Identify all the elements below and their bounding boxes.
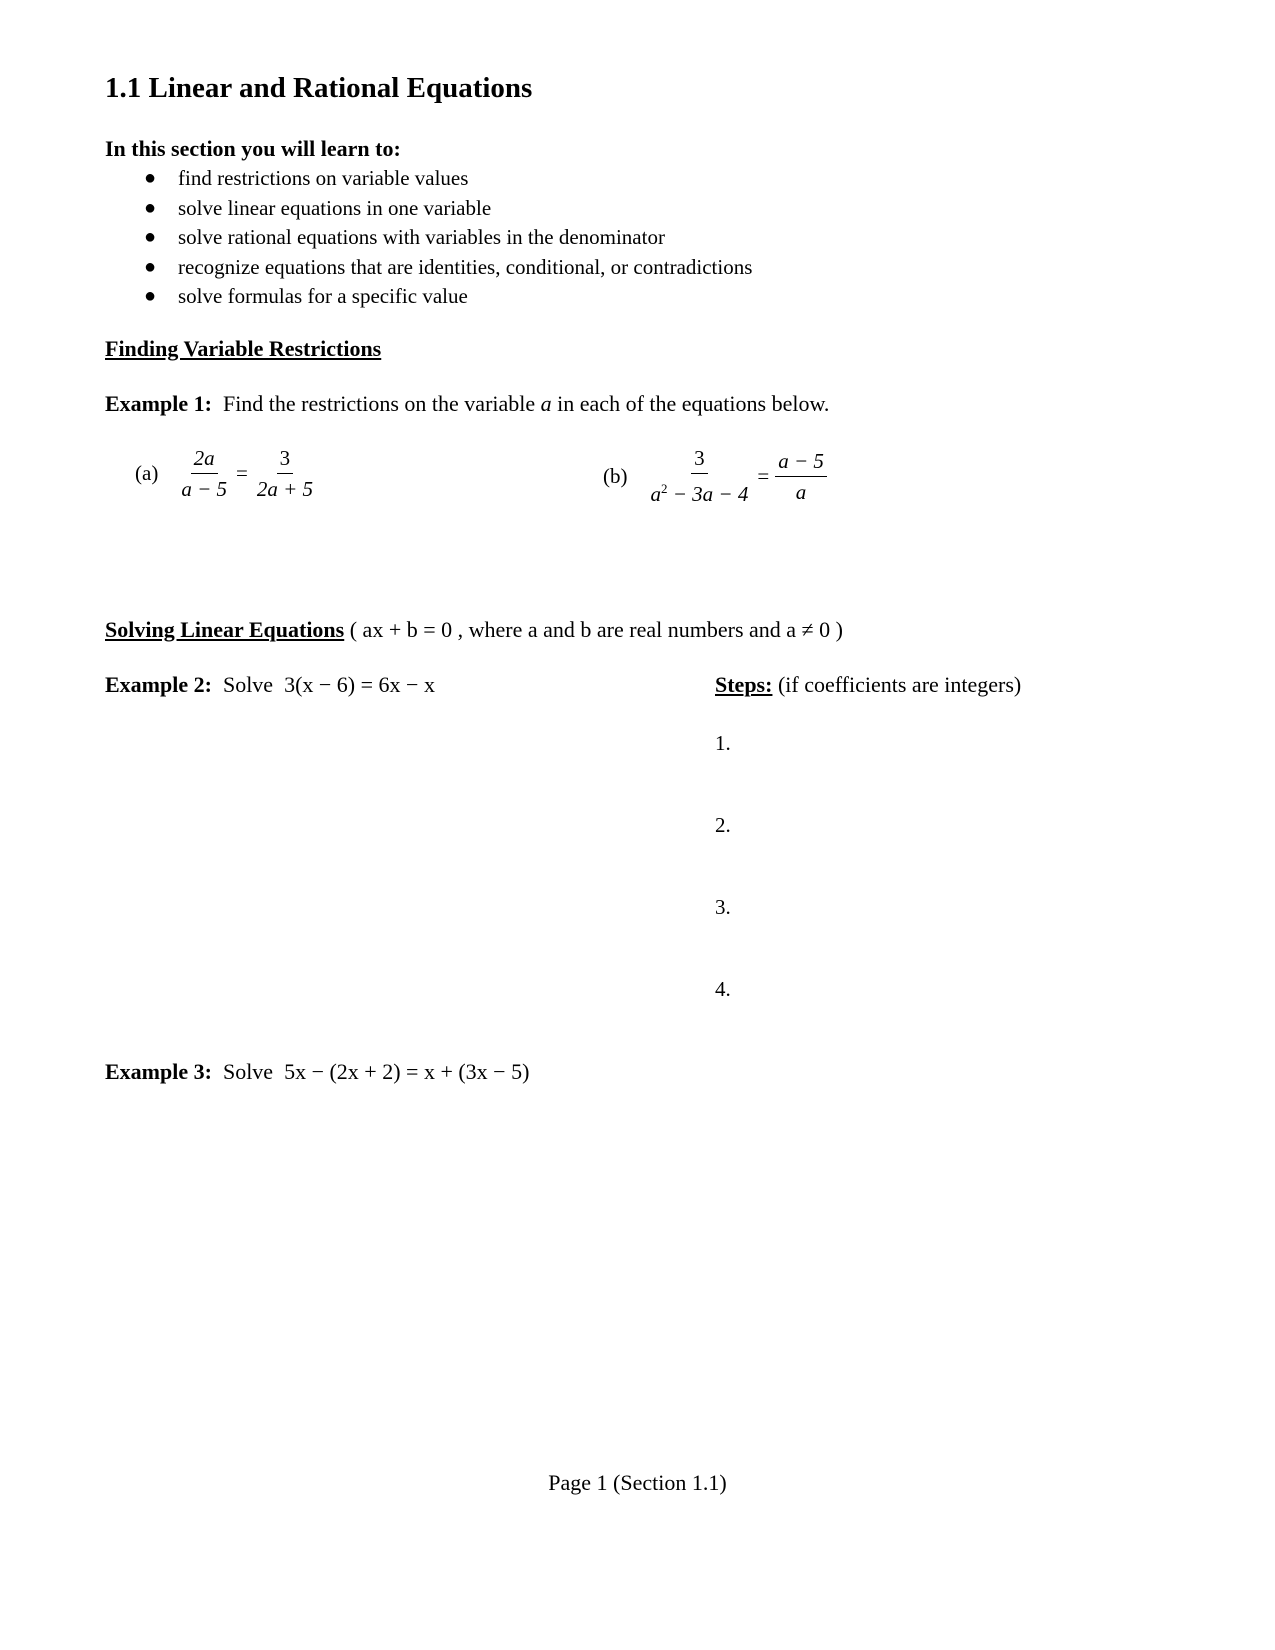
step-1: 1. bbox=[715, 731, 731, 755]
example-1-label: Example 1: bbox=[105, 391, 212, 416]
objectives-heading: In this section you will learn to: bbox=[105, 136, 401, 161]
objective-item: ● solve formulas for a specific value bbox=[140, 282, 752, 312]
bullet-icon: ● bbox=[144, 226, 157, 248]
bullet-icon: ● bbox=[144, 196, 157, 219]
variable-a: a bbox=[540, 391, 552, 416]
part-b-label: (b) bbox=[603, 463, 628, 488]
example-2-label: Example 2: bbox=[105, 672, 212, 697]
fraction: 3 2a + 5 bbox=[256, 446, 313, 501]
page-title: 1.1 Linear and Rational Equations bbox=[105, 72, 533, 104]
bullet-icon: ● bbox=[144, 285, 157, 307]
step-4: 4. bbox=[715, 977, 731, 1001]
objective-item: ● recognize equations that are identities… bbox=[140, 253, 752, 283]
steps-note: (if coefficients are integers) bbox=[777, 672, 1022, 697]
step-2: 2. bbox=[715, 813, 731, 837]
objective-item: ● solve linear equations in one variable bbox=[140, 194, 752, 224]
linear-equations-heading-line: Solving Linear Equations ( ax + b = 0 , … bbox=[105, 617, 843, 643]
fraction: a − 5 a bbox=[775, 448, 827, 505]
bullet-icon: ● bbox=[144, 255, 157, 278]
example-2: Example 2: Solve 3(x − 6) = 6x − x bbox=[105, 672, 435, 697]
objective-item: ● find restrictions on variable values bbox=[140, 164, 752, 194]
example-1a-equation: (a) 2a a − 5 = 3 2a + 5 bbox=[135, 445, 316, 502]
fraction: 3 a2 − 3a − 4 bbox=[650, 446, 749, 506]
page-footer: Page 1 (Section 1.1) bbox=[548, 1470, 727, 1495]
objectives-list: ● find restrictions on variable values ● s… bbox=[140, 164, 752, 312]
example-1: Example 1: Find the restrictions on the … bbox=[105, 391, 830, 416]
linear-form: ( ax + b = 0 , where a and b are real nu… bbox=[349, 617, 843, 642]
steps-label: Steps: bbox=[715, 672, 773, 697]
example-3: Example 3: Solve 5x − (2x + 2) = x + (3x… bbox=[105, 1059, 530, 1084]
example-2-equation: 3(x − 6) = 6x − x bbox=[284, 672, 435, 697]
steps-header: Steps: (if coefficients are integers) bbox=[715, 672, 1021, 698]
section-heading-linear: Solving Linear Equations bbox=[105, 617, 345, 642]
example-1b-equation: (b) 3 a2 − 3a − 4 = a − 5 a bbox=[603, 445, 827, 507]
objective-item: ● solve rational equations with variables… bbox=[140, 223, 752, 253]
example-3-label: Example 3: bbox=[105, 1059, 212, 1084]
fraction: 2a a − 5 bbox=[181, 446, 227, 501]
bullet-icon: ● bbox=[144, 167, 157, 189]
section-heading-restrictions: Finding Variable Restrictions bbox=[105, 336, 382, 361]
part-a-label: (a) bbox=[135, 461, 159, 485]
example-3-equation: 5x − (2x + 2) = x + (3x − 5) bbox=[284, 1059, 530, 1084]
step-3: 3. bbox=[715, 895, 731, 919]
